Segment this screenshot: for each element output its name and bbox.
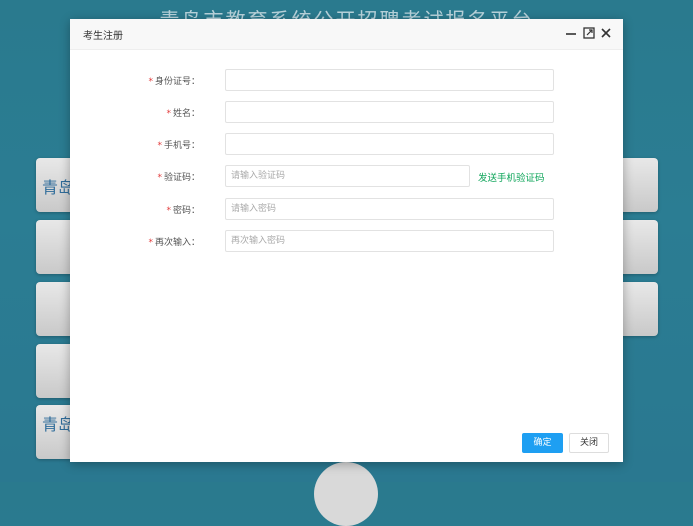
- verify-code-input[interactable]: [225, 165, 470, 187]
- phone-label-text: 手机号：: [163, 141, 200, 151]
- required-mark: *: [148, 77, 153, 87]
- maximize-icon[interactable]: [581, 25, 597, 41]
- required-mark: *: [166, 109, 171, 119]
- verify-code-label-text: 验证码：: [163, 173, 200, 183]
- required-mark: *: [166, 206, 171, 216]
- dialog-title: 考生注册: [83, 31, 123, 42]
- form-row-name: * 姓名：: [70, 101, 623, 123]
- id-number-input[interactable]: [225, 69, 554, 91]
- password-label-text: 密码：: [172, 206, 200, 216]
- minimize-icon[interactable]: [563, 25, 579, 41]
- form-row-password-confirm: * 再次输入：: [70, 230, 623, 252]
- confirm-button[interactable]: 确定: [522, 433, 563, 453]
- password-input[interactable]: [225, 198, 554, 220]
- required-mark: *: [157, 173, 162, 183]
- send-sms-code-link[interactable]: 发送手机验证码: [478, 170, 545, 184]
- password-confirm-label-text: 再次输入：: [154, 238, 200, 248]
- required-mark: *: [157, 141, 162, 151]
- id-number-label-text: 身份证号：: [154, 77, 200, 87]
- background-decoration: [314, 462, 378, 526]
- password-label: * 密码：: [166, 203, 200, 216]
- password-confirm-label: * 再次输入：: [148, 235, 200, 248]
- register-dialog: 考生注册 * 身份证号： * 姓名： * 手机号： * 验证码： 请输入验证码 …: [70, 19, 623, 462]
- close-button[interactable]: 关闭: [569, 433, 609, 453]
- name-label: * 姓名：: [166, 106, 200, 119]
- close-icon[interactable]: [598, 25, 614, 41]
- form-row-id-number: * 身份证号：: [70, 69, 623, 91]
- verify-code-label: * 验证码：: [157, 170, 200, 183]
- name-label-text: 姓名：: [172, 109, 200, 119]
- form-row-phone: * 手机号：: [70, 133, 623, 155]
- form-row-verify-code: *验证码： 发送手机验证码: [70, 165, 623, 187]
- phone-input[interactable]: [225, 133, 554, 155]
- form-row-password: * 密码：: [70, 198, 623, 220]
- password-confirm-input[interactable]: [225, 230, 554, 252]
- name-input[interactable]: [225, 101, 554, 123]
- required-mark: *: [148, 238, 153, 248]
- phone-label: * 手机号：: [157, 138, 200, 151]
- id-number-label: * 身份证号：: [148, 74, 200, 87]
- dialog-header: 考生注册: [70, 19, 623, 50]
